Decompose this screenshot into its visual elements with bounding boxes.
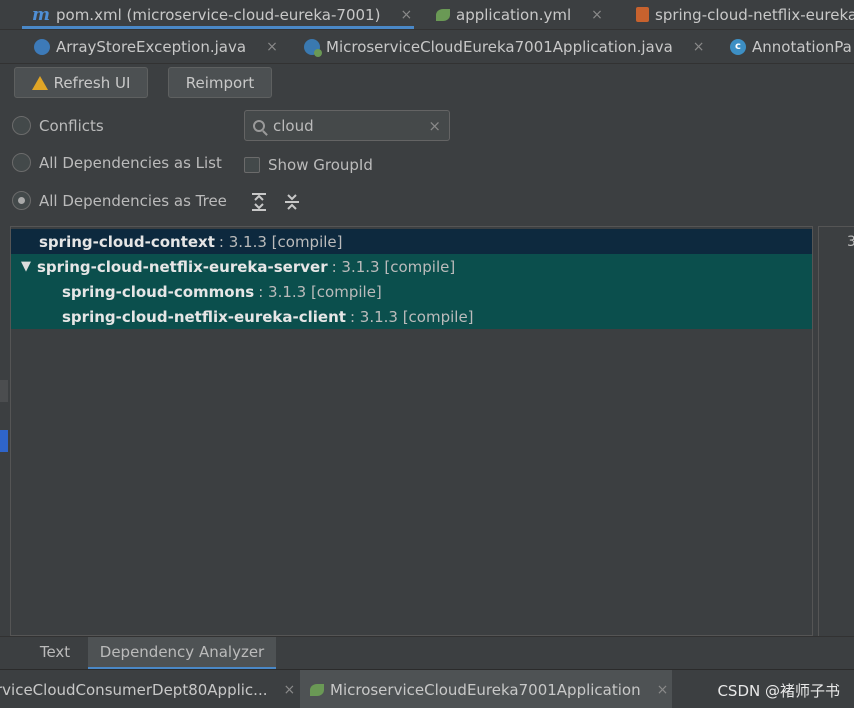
close-icon[interactable]: × (591, 7, 603, 23)
tree-row[interactable]: spring-cloud-context : 3.1.3 [compile] (11, 229, 812, 254)
editor-tab-bar: m pom.xml (microservice-cloud-eureka-700… (0, 0, 854, 30)
close-icon[interactable]: × (400, 7, 412, 23)
run-tab-bar: rviceCloudConsumerDept80Applic... × Micr… (0, 669, 854, 708)
exception-class-icon (34, 39, 50, 55)
tab-pom-xml[interactable]: m pom.xml (microservice-cloud-eureka-700… (22, 0, 414, 29)
tree-row[interactable]: ▼ spring-cloud-netflix-eureka-server : 3… (11, 254, 812, 279)
clear-search-icon[interactable]: × (428, 117, 441, 135)
search-input[interactable] (273, 116, 403, 135)
tab-dependency-analyzer[interactable]: Dependency Analyzer (88, 637, 276, 670)
tree-radio[interactable] (12, 191, 31, 210)
tree-label: All Dependencies as Tree (39, 191, 227, 210)
tree-radio-option[interactable]: All Dependencies as Tree (12, 191, 227, 210)
tab-application-yml[interactable]: application.yml × (426, 0, 618, 29)
gutter-marker (0, 380, 8, 402)
run-tab-label: rviceCloudConsumerDept80Applic... (0, 680, 268, 699)
run-tab-consumer[interactable]: rviceCloudConsumerDept80Applic... × (0, 670, 295, 708)
tab-label: pom.xml (microservice-cloud-eureka-7001) (56, 5, 381, 24)
show-groupid-checkbox[interactable] (244, 157, 260, 173)
close-icon[interactable]: × (266, 39, 278, 55)
list-radio-option[interactable]: All Dependencies as List (12, 153, 222, 172)
refresh-ui-button[interactable]: Refresh UI (14, 67, 148, 98)
reimport-button[interactable]: Reimport (168, 67, 272, 98)
run-tab-eureka[interactable]: MicroserviceCloudEureka7001Application × (300, 670, 672, 708)
refresh-ui-label: Refresh UI (53, 73, 131, 92)
details-text: 3 (847, 234, 854, 250)
tab-label: spring-cloud-netflix-eureka (655, 5, 854, 24)
spring-run-icon (310, 683, 324, 696)
expand-all-icon[interactable] (250, 192, 268, 212)
conflicts-label: Conflicts (39, 116, 104, 135)
collapse-all-icon[interactable] (283, 192, 301, 212)
show-groupid-label: Show GroupId (268, 156, 373, 174)
conflicts-radio-option[interactable]: Conflicts (12, 116, 104, 135)
expand-arrow-icon[interactable]: ▼ (15, 259, 37, 274)
show-groupid-option[interactable]: Show GroupId (244, 156, 373, 174)
reimport-label: Reimport (185, 73, 255, 92)
tree-row[interactable]: spring-cloud-netflix-eureka-client : 3.1… (11, 304, 812, 329)
tab-label: MicroserviceCloudEureka7001Application.j… (326, 38, 673, 56)
close-icon[interactable]: × (657, 682, 669, 698)
list-radio[interactable] (12, 153, 31, 172)
warning-icon (31, 75, 48, 90)
maven-m-icon: m (32, 4, 50, 25)
gutter-selection-marker (0, 430, 8, 452)
tab-eureka-application[interactable]: MicroserviceCloudEureka7001Application.j… (294, 31, 705, 63)
spring-leaf-icon (436, 8, 450, 21)
editor-tab-bar-2: ArrayStoreException.java × MicroserviceC… (0, 31, 854, 64)
tab-text[interactable]: Text (24, 637, 86, 670)
tab-arraystoreexception[interactable]: ArrayStoreException.java × (24, 31, 282, 63)
tab-eureka-xml[interactable]: spring-cloud-netflix-eureka (626, 0, 854, 29)
tab-annotation[interactable]: c AnnotationPa (720, 31, 854, 63)
tab-label: AnnotationPa (752, 38, 852, 56)
tab-label: application.yml (456, 5, 572, 24)
spring-app-class-icon (304, 39, 322, 57)
close-icon[interactable]: × (693, 39, 705, 55)
conflicts-radio[interactable] (12, 116, 31, 135)
search-icon (253, 119, 265, 132)
details-panel: 3 (818, 226, 854, 636)
tab-label: ArrayStoreException.java (56, 38, 247, 56)
left-gutter (0, 226, 8, 636)
watermark: CSDN @褚师子书 (717, 682, 840, 700)
ide-window: m pom.xml (microservice-cloud-eureka-700… (0, 0, 854, 708)
xml-file-icon (636, 7, 649, 22)
tree-row[interactable]: spring-cloud-commons : 3.1.3 [compile] (11, 279, 812, 304)
dependency-tree[interactable]: spring-cloud-context : 3.1.3 [compile] ▼… (10, 226, 813, 636)
list-label: All Dependencies as List (39, 153, 222, 172)
view-tab-bar: Text Dependency Analyzer (0, 636, 854, 670)
close-icon[interactable]: × (283, 682, 295, 698)
run-tab-label: MicroserviceCloudEureka7001Application (330, 680, 641, 699)
class-icon: c (730, 39, 746, 55)
search-field[interactable]: × (244, 110, 450, 141)
